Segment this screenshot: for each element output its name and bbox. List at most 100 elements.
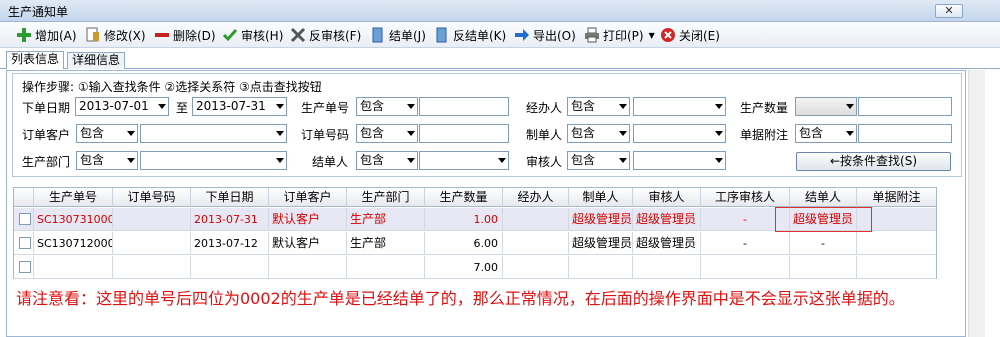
edit-label: 修改(X)	[104, 28, 146, 43]
date-from-picker[interactable]: 2013-07-01	[75, 97, 169, 116]
table-row[interactable]: SC1307120001 2013-07-12 默认客户 生产部 6.00 超级…	[14, 232, 936, 255]
dept-operator[interactable]: 包含	[76, 151, 138, 170]
annotation-highlight-box	[775, 207, 872, 232]
chevron-down-icon[interactable]: ▼	[649, 31, 655, 40]
remark-operator[interactable]: 包含	[795, 124, 857, 143]
approver-operator[interactable]: 包含	[567, 151, 630, 170]
handler-operator[interactable]: 包含	[567, 97, 630, 116]
cell-order-no	[113, 256, 191, 279]
cell-dept: 生产部	[347, 208, 425, 231]
document-icon	[434, 27, 450, 43]
col-qty[interactable]: 生产数量	[425, 188, 503, 207]
col-closer[interactable]: 结单人	[790, 188, 857, 207]
remark-input[interactable]	[858, 124, 952, 143]
search-button[interactable]: ←按条件查找(S)	[796, 152, 951, 171]
toolbar: 增加(A) 修改(X) 删除(D) 审核(H) 反审核(F) 结单(J) 反结单…	[0, 22, 1000, 48]
order-no-label: 订单号码	[301, 128, 350, 142]
cell-customer: 默认客户	[269, 232, 347, 255]
window-close-button[interactable]: ✕	[935, 4, 963, 18]
chevron-down-icon	[619, 104, 627, 109]
row-checkbox[interactable]	[19, 261, 31, 273]
qty-operator[interactable]	[795, 97, 857, 116]
export-label: 导出(O)	[533, 28, 576, 43]
prod-no-input[interactable]	[419, 97, 509, 116]
dept-select[interactable]	[140, 151, 287, 170]
cell-qty: 6.00	[425, 232, 503, 255]
chevron-down-icon	[407, 104, 415, 109]
handler-select[interactable]	[633, 97, 726, 116]
cell-handler	[503, 208, 569, 231]
col-process-approver[interactable]: 工序审核人	[701, 188, 790, 207]
chevron-down-icon	[127, 131, 135, 136]
unclose-order-label: 反结单(K)	[453, 28, 507, 43]
cell-approver: 超级管理员	[633, 232, 701, 255]
edit-button[interactable]: 修改(X)	[85, 25, 146, 45]
creator-label: 制单人	[526, 128, 563, 142]
chevron-down-icon	[619, 131, 627, 136]
minus-icon	[154, 27, 170, 43]
col-prod-no[interactable]: 生产单号	[34, 188, 113, 207]
chevron-down-icon	[715, 131, 723, 136]
order-no-operator[interactable]: 包含	[356, 124, 418, 143]
col-approver[interactable]: 审核人	[633, 188, 701, 207]
chevron-down-icon	[276, 104, 284, 109]
approve-button[interactable]: 审核(H)	[222, 25, 283, 45]
edit-document-icon	[85, 27, 101, 43]
col-creator[interactable]: 制单人	[569, 188, 633, 207]
col-order-date[interactable]: 下单日期	[191, 188, 269, 207]
customer-select[interactable]	[140, 124, 287, 143]
cell-order-no	[113, 208, 191, 231]
prod-no-operator[interactable]: 包含	[356, 97, 418, 116]
col-order-no[interactable]: 订单号码	[113, 188, 191, 207]
print-button[interactable]: 打印(P) ▼	[584, 25, 655, 45]
row-checkbox-cell	[14, 232, 34, 255]
cell-approver: 超级管理员	[633, 208, 701, 231]
date-to-value: 2013-07-31	[196, 99, 266, 113]
close-order-button[interactable]: 结单(J)	[370, 25, 426, 45]
delete-button[interactable]: 删除(D)	[154, 25, 216, 45]
date-to-picker[interactable]: 2013-07-31	[192, 97, 287, 116]
cell-order-no	[113, 232, 191, 255]
closer-operator[interactable]: 包含	[356, 151, 418, 170]
approver-op-value: 包含	[571, 153, 596, 167]
add-button[interactable]: 增加(A)	[16, 25, 77, 45]
col-handler[interactable]: 经办人	[503, 188, 569, 207]
table-row[interactable]: 7.00	[14, 256, 936, 279]
col-customer[interactable]: 订单客户	[269, 188, 347, 207]
handler-label: 经办人	[526, 101, 563, 115]
to-label: 至	[176, 101, 189, 115]
creator-operator[interactable]: 包含	[567, 124, 630, 143]
order-no-input[interactable]	[419, 124, 509, 143]
qty-input[interactable]	[858, 97, 952, 116]
date-from-value: 2013-07-01	[79, 99, 149, 113]
col-remark[interactable]: 单据附注	[857, 188, 936, 207]
creator-select[interactable]	[633, 124, 726, 143]
customer-operator[interactable]: 包含	[76, 124, 138, 143]
row-checkbox[interactable]	[19, 213, 31, 225]
col-dept[interactable]: 生产部门	[347, 188, 425, 207]
chevron-down-icon	[498, 158, 506, 163]
operation-steps: 操作步骤: ①输入查找条件 ②选择关系符 ③点击查找按钮	[22, 80, 322, 94]
row-checkbox[interactable]	[19, 237, 31, 249]
close-label: 关闭(E)	[679, 28, 720, 43]
cell-dept: 生产部	[347, 232, 425, 255]
chevron-down-icon	[715, 104, 723, 109]
unclose-order-button[interactable]: 反结单(K)	[434, 25, 506, 45]
unapprove-button[interactable]: 反审核(F)	[290, 25, 361, 45]
tab-list-info[interactable]: 列表信息	[6, 51, 65, 69]
remark-op-value: 包含	[799, 126, 824, 140]
arrow-right-icon	[514, 27, 530, 43]
tab-detail-info[interactable]: 详细信息	[67, 52, 126, 69]
cell-process-approver	[701, 256, 790, 279]
close-button[interactable]: 关闭(E)	[660, 25, 720, 45]
customer-label: 订单客户	[22, 128, 71, 142]
customer-op-value: 包含	[80, 126, 105, 140]
export-button[interactable]: 导出(O)	[514, 25, 576, 45]
vertical-scrollbar[interactable]	[968, 70, 985, 337]
cell-handler	[503, 256, 569, 279]
approver-select[interactable]	[633, 151, 726, 170]
closer-select[interactable]	[419, 151, 509, 170]
cell-creator: 超级管理员	[569, 232, 633, 255]
cell-prod-no	[34, 256, 113, 279]
closer-label: 结单人	[312, 155, 349, 169]
